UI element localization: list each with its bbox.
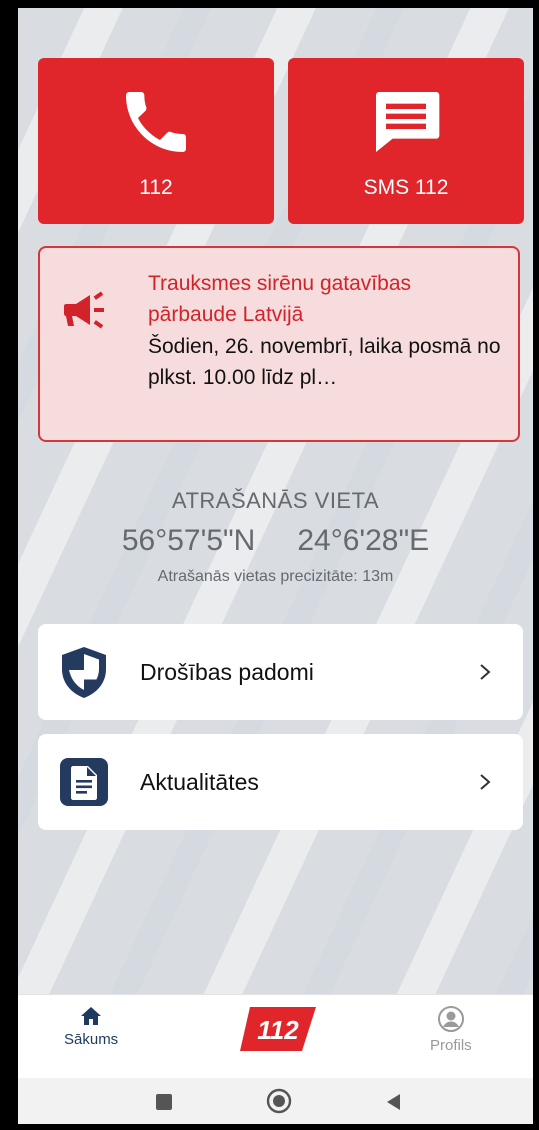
- alert-card[interactable]: Trauksmes sirēnu gatavības pārbaude Latv…: [38, 246, 520, 442]
- location-precision: Atrašanās vietas precizitāte: 13m: [157, 568, 394, 585]
- call-112-label: 112: [139, 176, 173, 199]
- latitude: 56°57'5"N: [121, 524, 256, 557]
- nav-profile[interactable]: Profils: [430, 1005, 472, 1054]
- emergency-buttons: 112 SMS 112: [38, 58, 524, 224]
- device-frame: 112 SMS 112 Trauksmes sirēnu gatavības p…: [0, 0, 539, 1130]
- longitude: 24°6'28"E: [297, 524, 430, 557]
- nav-home[interactable]: Sākums: [64, 1005, 118, 1048]
- back-triangle-icon[interactable]: [384, 1092, 404, 1112]
- call-112-button[interactable]: 112: [38, 58, 274, 224]
- circle-home-icon[interactable]: [266, 1088, 292, 1114]
- news-label: Aktualitātes: [140, 768, 259, 795]
- square-icon[interactable]: [154, 1092, 174, 1112]
- logo-112[interactable]: 112: [240, 1005, 316, 1053]
- home-icon: [81, 1007, 102, 1025]
- nav-home-label: Sākums: [64, 1031, 119, 1048]
- news-item[interactable]: Aktualitātes: [38, 734, 523, 830]
- chevron-right-icon: [480, 774, 491, 790]
- location-panel: ATRAŠANĀS VIETA 56°57'5"N 24°6'28"E Atra…: [18, 488, 533, 586]
- bottom-navigation: Sākums 112 Profils: [18, 994, 533, 1079]
- document-icon: [60, 758, 108, 806]
- system-navigation-bar: [18, 1078, 533, 1124]
- chevron-right-icon: [480, 664, 491, 680]
- megaphone-icon: [64, 291, 104, 329]
- sms-112-button[interactable]: SMS 112: [288, 58, 524, 224]
- alert-title: Trauksmes sirēnu gatavības pārbaude Latv…: [148, 272, 412, 326]
- app-screen: 112 SMS 112 Trauksmes sirēnu gatavības p…: [18, 8, 533, 1124]
- location-title: ATRAŠANĀS VIETA: [171, 488, 380, 513]
- profile-icon: [437, 1006, 464, 1032]
- logo-112-text: 112: [257, 1015, 299, 1045]
- safety-tips-item[interactable]: Drošības padomi: [38, 624, 523, 720]
- nav-profile-label: Profils: [430, 1037, 472, 1054]
- coordinates: 56°57'5"N 24°6'28"E: [18, 524, 533, 558]
- safety-tips-label: Drošības padomi: [140, 658, 314, 685]
- phone-icon: [126, 92, 186, 152]
- alert-body: Šodien, 26. novembrī, laika posmā no plk…: [148, 335, 501, 389]
- message-icon: [376, 92, 440, 152]
- shield-icon: [62, 647, 106, 698]
- sms-112-label: SMS 112: [363, 176, 449, 199]
